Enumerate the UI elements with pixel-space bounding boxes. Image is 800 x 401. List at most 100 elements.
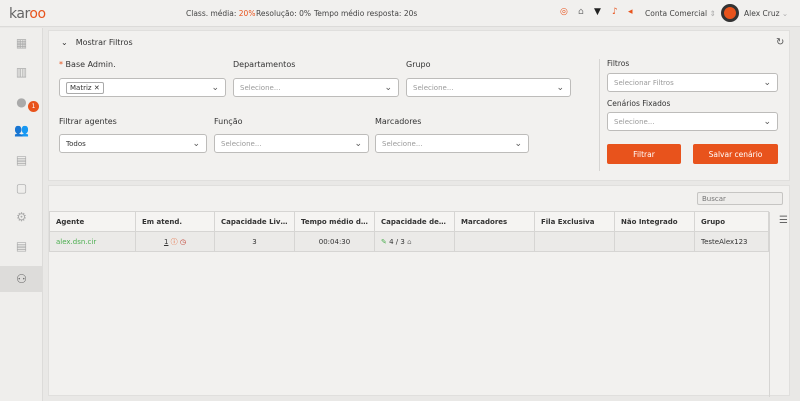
chevron-down-icon: ⌄ xyxy=(192,138,200,149)
sidebar-item-users[interactable]: 👥 xyxy=(0,117,43,143)
sidebar-item-reports[interactable]: ▥ xyxy=(0,59,43,85)
marcadores-cell xyxy=(454,231,535,252)
sidebar-item-monitor[interactable]: ▢ xyxy=(0,175,43,201)
column-header[interactable]: Fila Exclusiva xyxy=(534,211,615,232)
whatsapp-icon[interactable]: ◎ xyxy=(560,7,568,17)
column-header[interactable]: Grupo xyxy=(694,211,769,232)
chevron-down-icon: ⌄ xyxy=(763,77,771,88)
departamentos-label: Departamentos xyxy=(233,60,296,69)
marcadores-select[interactable]: Selecione... ⌄ xyxy=(375,134,529,153)
nao-integrado-cell xyxy=(614,231,695,252)
agent-search-icon: ⚇ xyxy=(16,272,27,286)
refresh-icon[interactable]: ↻ xyxy=(776,37,784,48)
document-icon: ▤ xyxy=(15,239,28,253)
logo: karoo xyxy=(9,6,46,22)
placeholder: Selecione... xyxy=(240,83,281,92)
departamentos-select[interactable]: Selecione... ⌄ xyxy=(233,78,399,97)
account-name: Conta Comercial xyxy=(645,9,708,18)
grid-icon: ▦ xyxy=(15,36,28,50)
close-icon[interactable]: ✕ xyxy=(94,84,100,92)
stat-label: Resolução: xyxy=(256,9,297,18)
base-admin-select[interactable]: Matriz ✕ ⌄ xyxy=(59,78,226,97)
agent-link[interactable]: alex.dsn.cir xyxy=(49,231,136,252)
tag-matriz: Matriz ✕ xyxy=(66,81,104,94)
gear-icon: ⚙ xyxy=(16,210,27,224)
chevron-down-icon: ⌄ xyxy=(556,82,564,93)
grupo-cell: TesteAlex123 xyxy=(694,231,769,252)
wifi-icon[interactable]: ▼ xyxy=(594,7,601,17)
chat-icon: ● xyxy=(16,95,27,109)
account-selector[interactable]: Conta Comercial ⇕ xyxy=(645,9,716,18)
placeholder: Selecione... xyxy=(221,139,262,148)
stat-label: Class. média: xyxy=(186,9,237,18)
cenarios-label: Cenários Fixados xyxy=(607,99,671,108)
table-header: Agente Em atend. Capacidade Livre Tempo … xyxy=(49,211,769,232)
agents-table: Agente Em atend. Capacidade Livre Tempo … xyxy=(49,211,769,252)
chevron-down-icon: ⌄ xyxy=(514,138,522,149)
filtros-label: Filtros xyxy=(607,59,630,68)
column-header[interactable]: Capacidade de at... xyxy=(374,211,455,232)
document-search-icon: ▤ xyxy=(15,153,28,167)
chat-badge: 1 xyxy=(28,101,39,112)
sidebar: ▦ ▥ ● 1 👥 ▤ ▢ ⚙ ▤ ⚇ xyxy=(0,28,43,401)
capacidade-cell: ✎ 4 / 3 ⌂ xyxy=(374,231,455,252)
placeholder: Selecionar Filtros xyxy=(614,78,674,87)
divider xyxy=(599,59,600,171)
sound-off-icon[interactable]: ◂ xyxy=(628,7,633,17)
column-header[interactable]: Marcadores xyxy=(454,211,535,232)
search-input[interactable] xyxy=(697,192,783,205)
column-header[interactable]: Tempo médio de ... xyxy=(294,211,375,232)
filtros-select[interactable]: Selecionar Filtros ⌄ xyxy=(607,73,778,92)
sidebar-item-chat[interactable]: ● 1 xyxy=(0,89,43,115)
filtrar-agentes-label: Filtrar agentes xyxy=(59,117,117,126)
sidebar-item-search-doc[interactable]: ▤ xyxy=(0,147,43,173)
stat-value: 0% xyxy=(299,9,311,18)
toggle-filters-label: Mostrar Filtros xyxy=(75,38,133,47)
sidebar-item-settings[interactable]: ⚙ xyxy=(0,204,43,230)
toggle-filters[interactable]: ⌄ Mostrar Filtros xyxy=(61,38,133,47)
tag-icon[interactable]: ⌂ xyxy=(578,7,584,17)
filtrar-button[interactable]: Filtrar xyxy=(607,144,681,164)
sidebar-item-grid[interactable]: ▦ xyxy=(0,30,43,56)
filters-panel: ⌄ Mostrar Filtros ↻ * Base Admin. Matriz … xyxy=(48,30,790,181)
column-header[interactable]: Capacidade Livre xyxy=(214,211,295,232)
fila-cell xyxy=(534,231,615,252)
clock-icon: ◷ xyxy=(179,237,187,246)
tag-icon: ⌂ xyxy=(407,237,412,246)
sidebar-item-documents[interactable]: ▤ xyxy=(0,233,43,259)
stat-resolucao: Resolução: 0% xyxy=(256,9,311,18)
em-atend-link[interactable]: 1 xyxy=(164,238,168,246)
funcao-select[interactable]: Selecione... ⌄ xyxy=(214,134,369,153)
stat-tempo: Tempo médio resposta: 20s xyxy=(314,9,417,18)
filtrar-agentes-select[interactable]: Todos ⌄ xyxy=(59,134,207,153)
users-icon: 👥 xyxy=(14,123,29,137)
stat-class-media: Class. média: 20% xyxy=(186,9,255,18)
tag-label: Matriz xyxy=(70,83,92,92)
sidebar-item-agents[interactable]: ⚇ xyxy=(0,266,43,292)
chevron-down-icon: ⌄ xyxy=(354,138,362,149)
cenarios-select[interactable]: Selecione... ⌄ xyxy=(607,112,778,131)
notification-off-icon[interactable]: ♪ xyxy=(612,7,618,17)
salvar-cenario-button[interactable]: Salvar cenário xyxy=(693,144,778,164)
column-header[interactable]: Agente xyxy=(49,211,136,232)
table-row: alex.dsn.cir 1 ⓘ ◷ 3 00:04:30 ✎ 4 / 3 ⌂ … xyxy=(49,231,769,252)
chevron-down-icon: ⌄ xyxy=(384,82,392,93)
column-header[interactable]: Em atend. xyxy=(135,211,215,232)
column-header[interactable]: Não Integrado xyxy=(614,211,695,232)
bar-chart-icon: ▥ xyxy=(15,65,28,79)
edit-icon[interactable]: ✎ xyxy=(381,238,387,246)
grupo-select[interactable]: Selecione... ⌄ xyxy=(406,78,571,97)
em-atend-cell: 1 ⓘ ◷ xyxy=(135,231,215,252)
placeholder: Selecione... xyxy=(382,139,423,148)
user-menu[interactable]: Alex Cruz ⌄ xyxy=(744,9,788,18)
chevron-down-icon: ⌄ xyxy=(763,116,771,127)
column-menu-icon[interactable]: ☰ xyxy=(779,215,788,226)
grupo-label: Grupo xyxy=(406,60,431,69)
alert-icon: ⓘ xyxy=(170,237,178,246)
avatar[interactable] xyxy=(721,4,739,22)
base-admin-label-text: Base Admin. xyxy=(65,60,116,69)
tempo-cell: 00:04:30 xyxy=(294,231,375,252)
base-admin-label: * Base Admin. xyxy=(59,60,116,69)
marcadores-label: Marcadores xyxy=(375,117,422,126)
chevron-down-icon: ⌄ xyxy=(61,38,68,47)
